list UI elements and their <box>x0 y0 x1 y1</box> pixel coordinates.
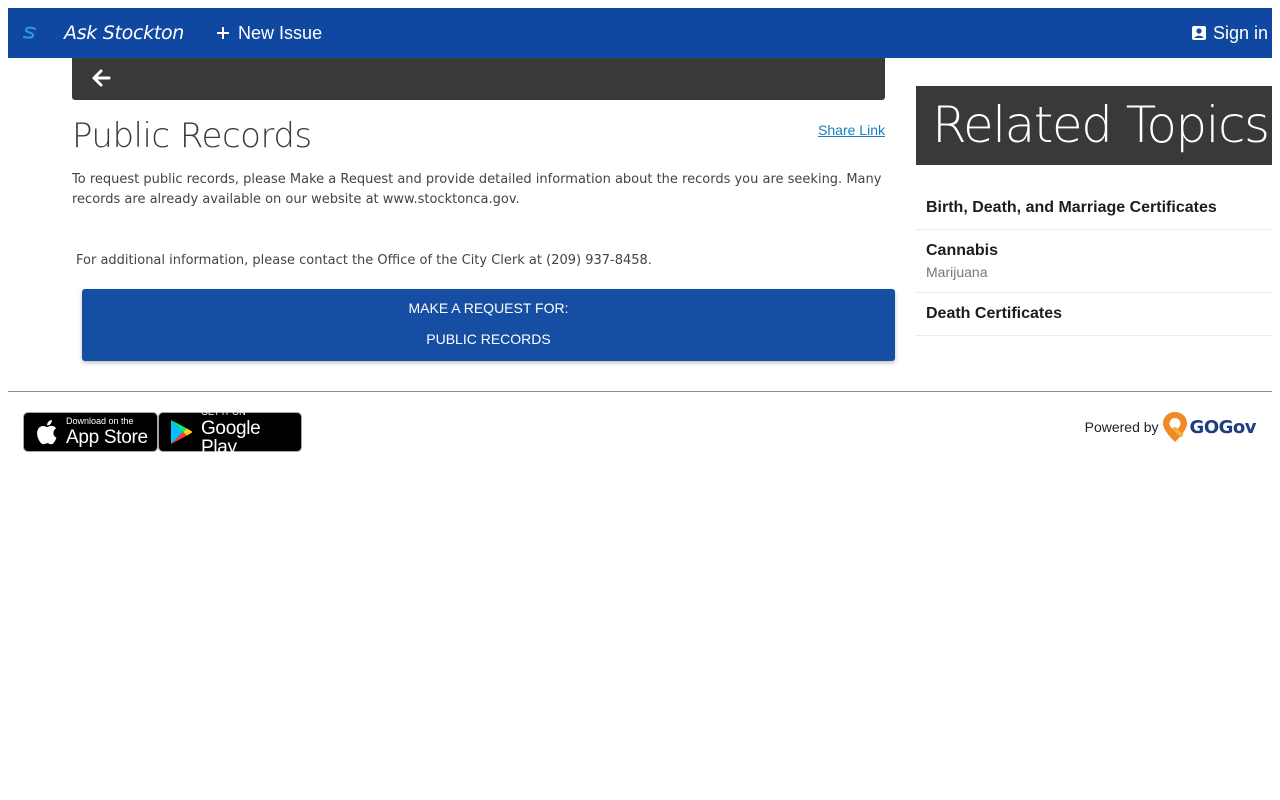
gogov-pin-icon <box>1162 412 1187 442</box>
make-request-button[interactable]: MAKE A REQUEST FOR: PUBLIC RECORDS <box>82 289 895 361</box>
google-play-text: GET IT ON Google Play <box>200 406 301 458</box>
google-play-small: GET IT ON <box>200 406 246 417</box>
new-issue-label: New Issue <box>238 22 323 43</box>
page: Ask Stockton New Issue Sign in Public Re… <box>0 0 1280 800</box>
google-play-icon <box>167 418 195 446</box>
related-topic-item[interactable]: Death Certificates <box>916 293 1272 336</box>
topic-description: To request public records, please Make a… <box>72 172 882 207</box>
related-topic-name: Death Certificates <box>926 305 1063 322</box>
gogov-wordmark: GOGov <box>1189 416 1257 438</box>
google-play-badge[interactable]: GET IT ON Google Play <box>158 407 302 457</box>
sign-in-button[interactable]: Sign in <box>1191 8 1268 58</box>
back-button[interactable] <box>90 67 112 89</box>
related-topics-list: Birth, Death, and Marriage Certificates … <box>916 187 1272 336</box>
app-store-badge[interactable]: Download on the App Store <box>23 412 158 452</box>
related-topic-name: Cannabis <box>926 242 999 259</box>
request-button-line1: MAKE A REQUEST FOR: <box>408 300 569 316</box>
back-bar <box>72 58 885 100</box>
contact-info: For additional information, please conta… <box>76 253 652 268</box>
plus-icon <box>216 26 230 40</box>
account-box-icon <box>1191 25 1207 41</box>
app-store-text: Download on the App Store <box>66 416 148 448</box>
page-title: Public Records <box>72 116 312 156</box>
related-topic-alias: Marijuana <box>926 264 988 280</box>
share-link[interactable]: Share Link <box>818 122 885 138</box>
related-topic-item[interactable]: Birth, Death, and Marriage Certificates <box>916 187 1272 230</box>
new-issue-button[interactable]: New Issue <box>216 23 322 44</box>
app-store-big: App Store <box>66 427 148 448</box>
brand-link[interactable]: Ask Stockton <box>64 22 184 44</box>
related-topic-name: Birth, Death, and Marriage Certificates <box>926 199 1217 216</box>
gogov-logo[interactable]: GOGov <box>1162 411 1257 443</box>
arrow-left-icon <box>92 69 111 87</box>
request-button-line2: PUBLIC RECORDS <box>426 331 551 347</box>
top-navbar: Ask Stockton New Issue Sign in <box>8 8 1272 58</box>
apple-icon <box>32 418 60 446</box>
google-play-big: Google Play <box>200 417 261 458</box>
app-store-small: Download on the <box>66 416 134 426</box>
powered-by: Powered by GOGov <box>1084 410 1257 444</box>
powered-by-label: Powered by <box>1084 419 1159 435</box>
related-topics-header: Related Topics <box>916 86 1272 165</box>
stockton-logo-icon[interactable] <box>10 8 50 58</box>
footer-divider <box>8 391 1272 392</box>
sign-in-label: Sign in <box>1212 22 1268 43</box>
related-topic-item[interactable]: Cannabis Marijuana <box>916 230 1272 293</box>
